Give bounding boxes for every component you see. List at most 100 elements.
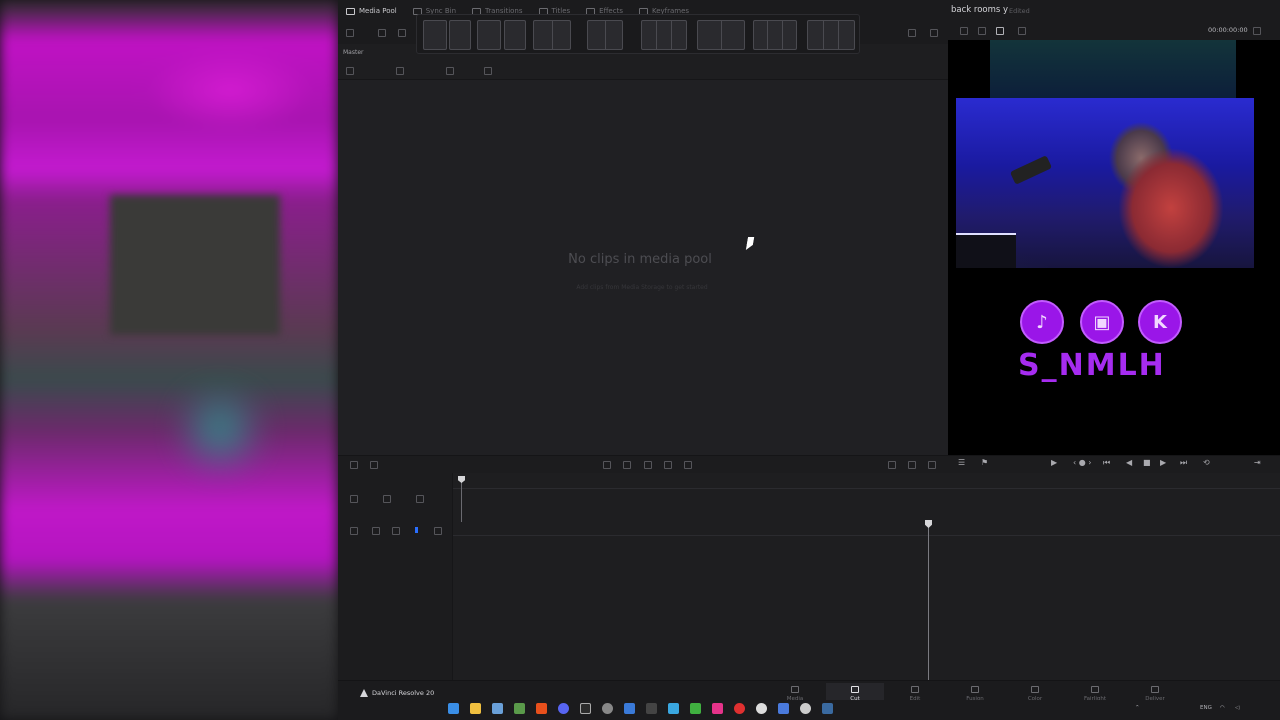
vscode-icon[interactable] xyxy=(778,703,789,714)
playhead[interactable] xyxy=(928,520,929,680)
wifi-icon[interactable]: ◠ xyxy=(1220,705,1225,711)
stop-icon[interactable]: ■ xyxy=(1143,458,1151,467)
cut-icon xyxy=(851,686,859,693)
edit-icon xyxy=(911,686,919,693)
layout-four-col-b[interactable] xyxy=(807,20,855,50)
thumbnail-view-icon[interactable] xyxy=(346,67,354,75)
viewer-timecode: 00:00:00:00 xyxy=(1208,26,1248,34)
layout-single[interactable] xyxy=(423,20,447,50)
blurred-highlight xyxy=(190,400,250,460)
play-icon[interactable]: ▶ xyxy=(1160,458,1166,467)
ripple-icon[interactable] xyxy=(644,461,652,469)
language-indicator[interactable]: ENG xyxy=(1200,705,1212,711)
import-icon[interactable] xyxy=(378,29,386,37)
zoom-detail-icon[interactable] xyxy=(908,461,916,469)
terminal-icon[interactable] xyxy=(646,703,657,714)
tiktok-app-icon[interactable] xyxy=(712,703,723,714)
media-pool-icon xyxy=(346,7,355,15)
mixer-board xyxy=(956,233,1016,268)
app-name: DaVinci Resolve 20 xyxy=(372,689,435,697)
clip-size-icon[interactable] xyxy=(446,67,454,75)
sort-icon[interactable] xyxy=(908,29,916,37)
loop-icon[interactable]: ⟲ xyxy=(1203,458,1210,467)
smart-insert-icon[interactable] xyxy=(603,461,611,469)
settings-icon[interactable] xyxy=(602,703,613,714)
upper-timeline-ruler[interactable] xyxy=(453,475,1280,489)
play-reverse-icon[interactable]: ▶ xyxy=(1051,458,1057,467)
chrome-icon[interactable] xyxy=(756,703,767,714)
layout-two-col-b[interactable] xyxy=(587,20,623,50)
rewind-icon[interactable]: ◀ xyxy=(1126,458,1132,467)
screen: Media Pool Sync Bin Transitions Titles E… xyxy=(0,0,1280,720)
end-icon[interactable]: ⇥ xyxy=(1254,458,1261,467)
file-explorer-icon[interactable] xyxy=(470,703,481,714)
lower-timeline-ruler[interactable] xyxy=(453,522,1280,536)
layout-two-col[interactable] xyxy=(533,20,571,50)
place-on-top-icon[interactable] xyxy=(684,461,692,469)
refresh-icon[interactable] xyxy=(930,29,938,37)
kick-icon: K xyxy=(1138,300,1182,344)
cut-tool-icon[interactable] xyxy=(392,527,400,535)
layout-presets-popover xyxy=(416,14,860,54)
list-view-icon[interactable] xyxy=(346,29,354,37)
skip-forward-icon[interactable]: ⏭ xyxy=(1180,458,1187,468)
tab-media-pool[interactable]: Media Pool xyxy=(338,0,405,22)
audio-track-icon[interactable] xyxy=(383,495,391,503)
close-up-icon[interactable] xyxy=(664,461,672,469)
layout-three-col[interactable] xyxy=(641,20,687,50)
append-icon[interactable] xyxy=(623,461,631,469)
obs-icon[interactable] xyxy=(580,703,591,714)
fairlight-icon xyxy=(1091,686,1099,693)
layout-audio-single[interactable] xyxy=(449,20,471,50)
record-icon[interactable] xyxy=(734,703,745,714)
previous-clip-icon[interactable]: ‹ ● › xyxy=(1073,458,1091,467)
app-icon[interactable] xyxy=(514,703,525,714)
viewer-mode-icon[interactable] xyxy=(960,27,968,35)
webcam-top-strip xyxy=(990,40,1236,100)
resolve-taskbar-icon[interactable] xyxy=(822,703,833,714)
viewer-options-icon[interactable] xyxy=(1253,27,1261,35)
track-control-icon[interactable] xyxy=(350,495,358,503)
video-track-icon[interactable] xyxy=(350,527,358,535)
empty-pool-hint: Add clips from Media Storage to get star… xyxy=(576,284,708,291)
zoom-fit-icon[interactable] xyxy=(888,461,896,469)
safe-area-icon[interactable] xyxy=(1018,27,1026,35)
layout-four-col[interactable] xyxy=(753,20,797,50)
link-icon[interactable] xyxy=(372,527,380,535)
discord-icon[interactable] xyxy=(558,703,569,714)
brave-icon[interactable] xyxy=(536,703,547,714)
volume-icon[interactable]: ◁ xyxy=(1235,705,1239,711)
timeline-tracks[interactable] xyxy=(453,489,1280,680)
tiktok-icon: ♪ xyxy=(1020,300,1064,344)
telegram-icon[interactable] xyxy=(668,703,679,714)
markers-icon[interactable]: ⚑ xyxy=(981,458,988,467)
media-pool-area[interactable]: No clips in media pool Add clips from Me… xyxy=(338,80,948,455)
track-lock-icon[interactable] xyxy=(416,495,424,503)
eye-icon[interactable] xyxy=(434,527,442,535)
metadata-view-icon[interactable] xyxy=(484,67,492,75)
app-logo: DaVinci Resolve 20 xyxy=(360,689,434,697)
layout-stacked[interactable] xyxy=(477,20,501,50)
gear-app-icon[interactable] xyxy=(800,703,811,714)
layout-browser[interactable] xyxy=(504,20,526,50)
upper-playhead[interactable] xyxy=(461,476,462,522)
audio-meter-icon xyxy=(450,21,470,49)
source-tape-icon[interactable] xyxy=(978,27,986,35)
zoom-custom-icon[interactable] xyxy=(928,461,936,469)
menu-icon[interactable]: ☰ xyxy=(958,458,965,467)
blade-icon[interactable] xyxy=(370,461,378,469)
lock-app-icon[interactable] xyxy=(690,703,701,714)
bin-icon[interactable] xyxy=(398,29,406,37)
bin-toolbar xyxy=(338,62,948,80)
skip-back-icon[interactable]: ⏮ xyxy=(1103,458,1110,468)
sort-order-icon[interactable] xyxy=(396,67,404,75)
store-icon[interactable] xyxy=(492,703,503,714)
layout-grid[interactable] xyxy=(697,20,745,50)
tool-icon[interactable] xyxy=(350,461,358,469)
tray-chevron-icon[interactable]: ⌃ xyxy=(1135,705,1140,711)
mail-icon[interactable] xyxy=(624,703,635,714)
social-icons: ♪ ▣ K xyxy=(1020,300,1185,344)
windows-start-icon[interactable] xyxy=(448,703,459,714)
empty-pool-message: No clips in media pool xyxy=(568,252,712,267)
timeline-viewer-icon[interactable] xyxy=(996,27,1004,35)
